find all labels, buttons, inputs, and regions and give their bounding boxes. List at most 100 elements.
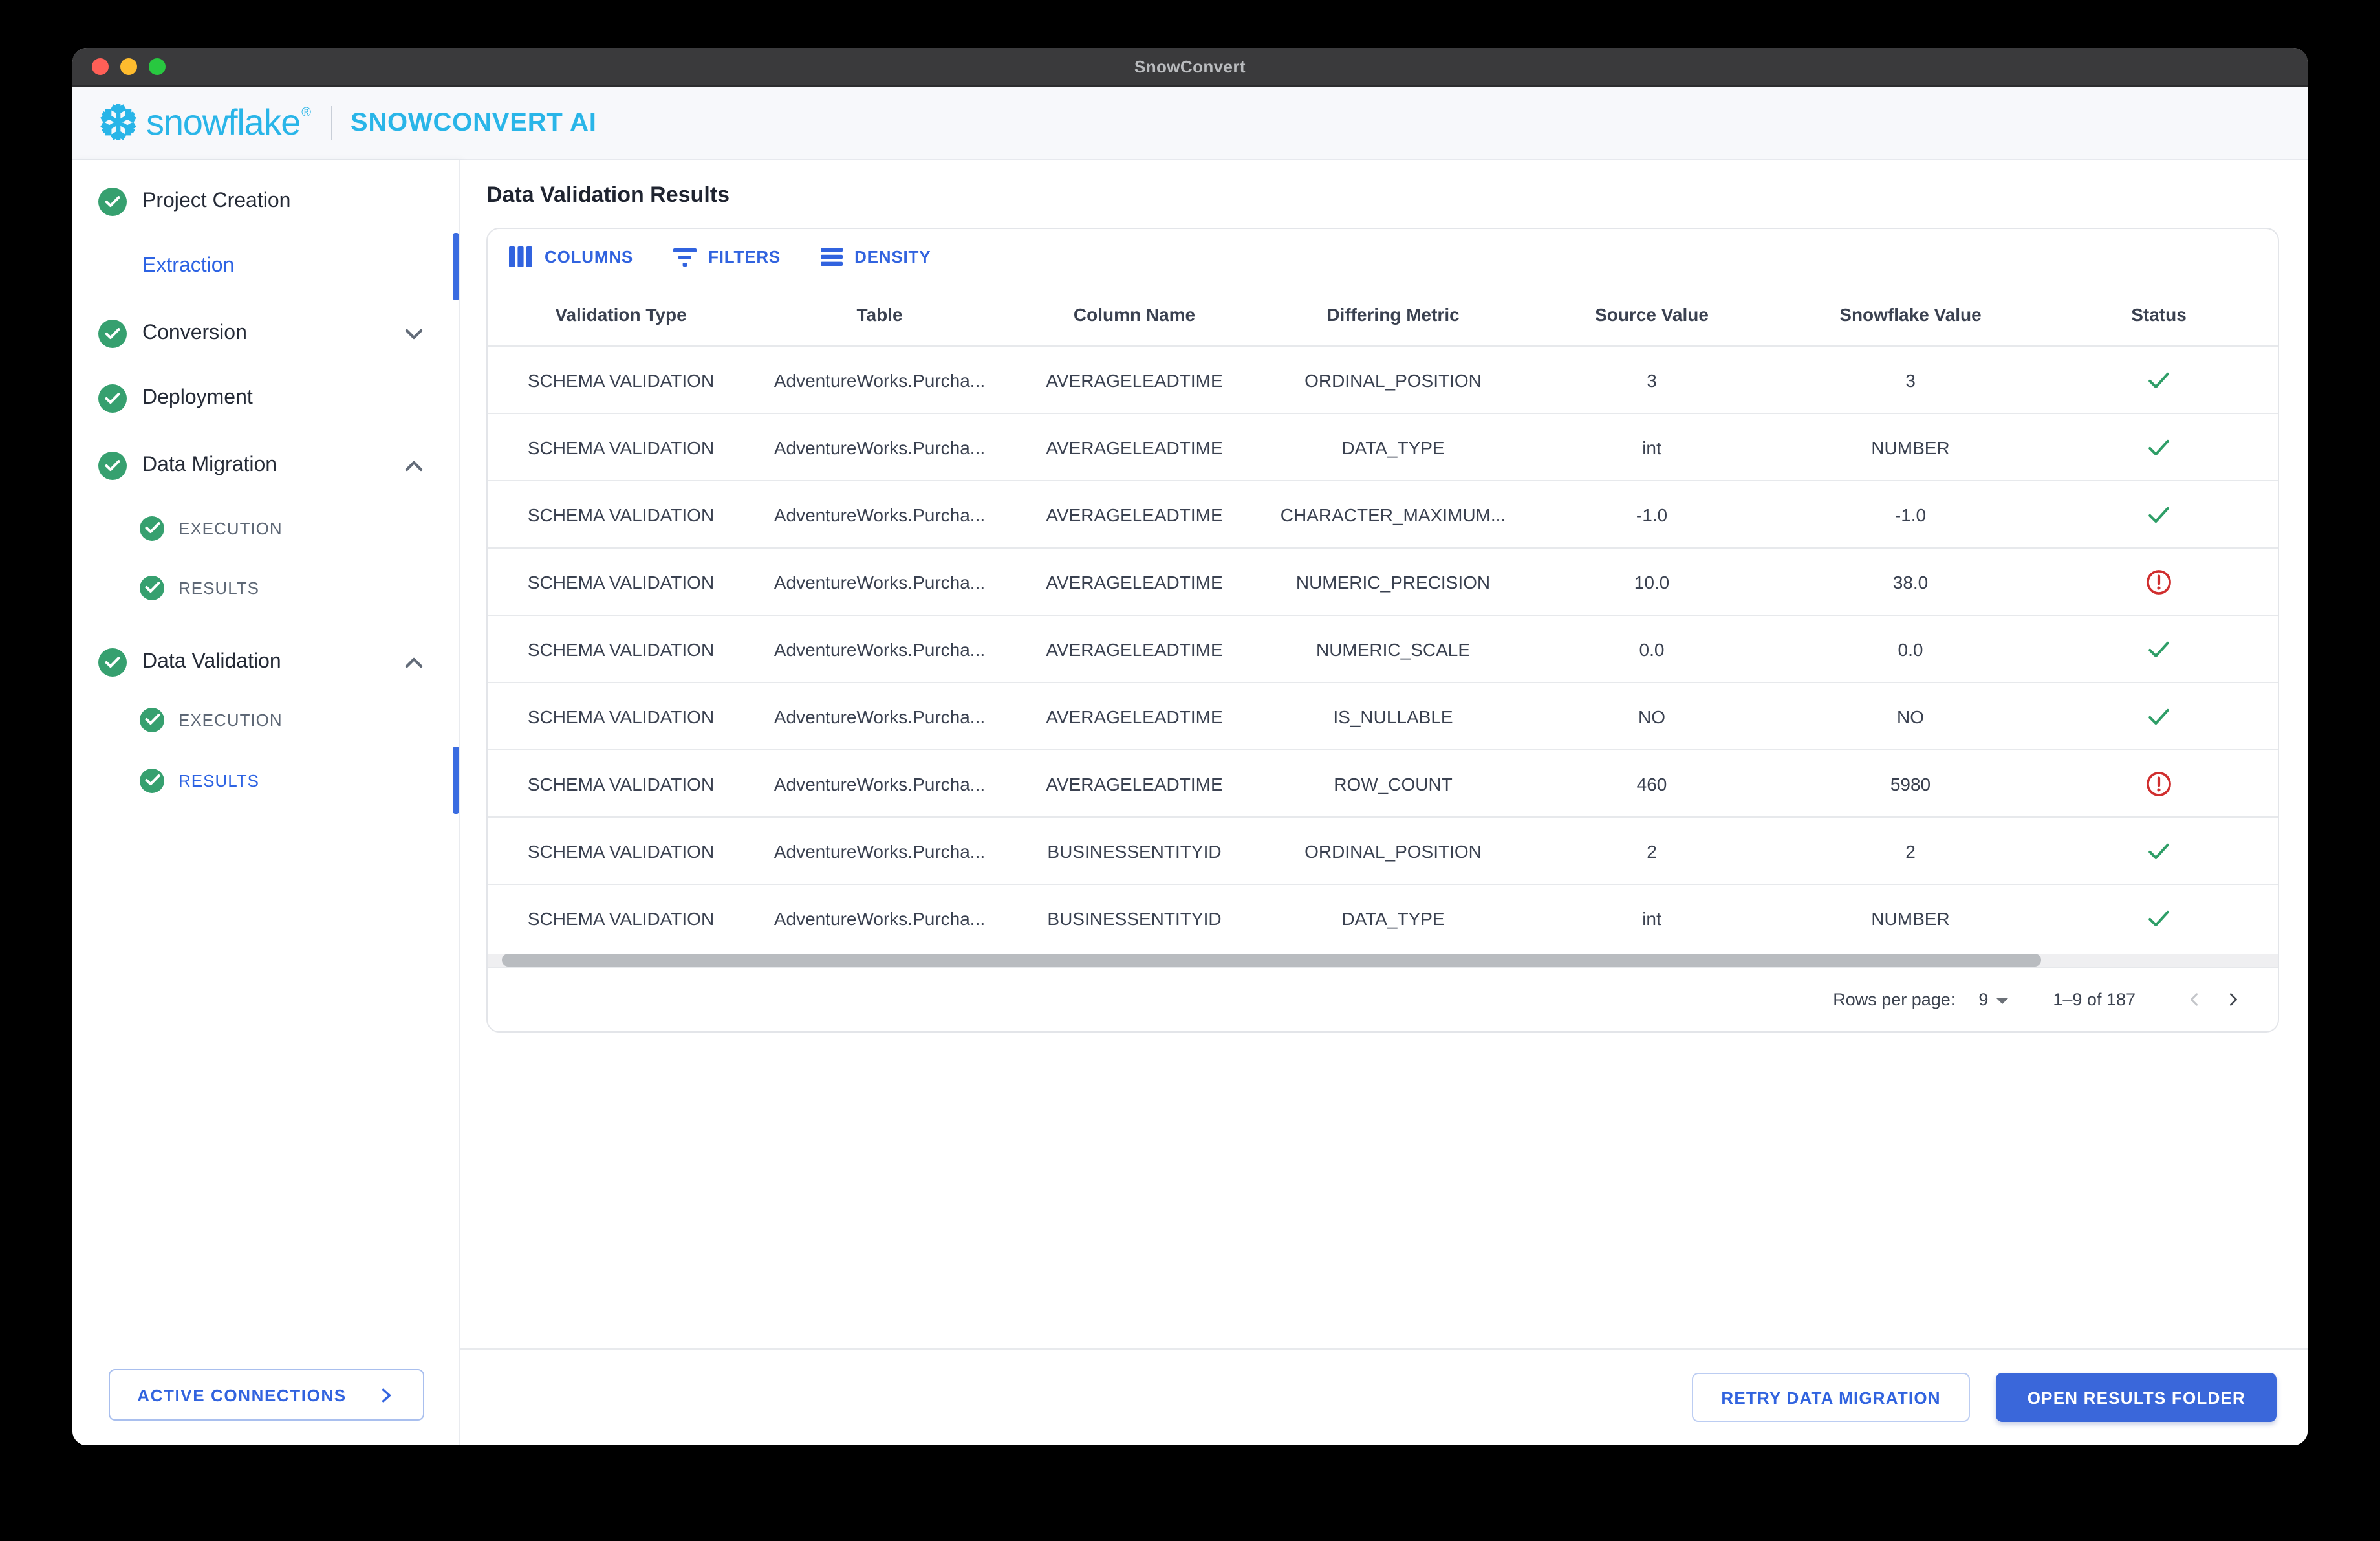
previous-page-button[interactable] bbox=[2174, 980, 2213, 1019]
cell-snowflake: 38.0 bbox=[1781, 549, 2040, 615]
table-row[interactable]: SCHEMA VALIDATIONAdventureWorks.Purcha..… bbox=[488, 884, 2278, 951]
cell-snowflake: 2 bbox=[1781, 818, 2040, 884]
cell-metric: ROW_COUNT bbox=[1264, 750, 1522, 816]
active-step-indicator-bar bbox=[453, 747, 459, 814]
registered-mark: ® bbox=[301, 106, 310, 120]
retry-data-migration-button[interactable]: RETRY DATA MIGRATION bbox=[1691, 1373, 1970, 1422]
sidebar-item-label: Deployment bbox=[142, 387, 253, 410]
sidebar-item-deployment[interactable]: Deployment bbox=[72, 375, 459, 422]
column-header-table[interactable]: Table bbox=[754, 283, 1005, 345]
sidebar-item-results-6[interactable]: RESULTS bbox=[72, 564, 459, 611]
cell-validation-type: SCHEMA VALIDATION bbox=[488, 347, 754, 413]
status-pass-icon bbox=[2145, 904, 2173, 932]
check-circle-icon bbox=[140, 707, 164, 732]
columns-button[interactable]: COLUMNS bbox=[508, 245, 633, 267]
status-pass-icon bbox=[2145, 500, 2173, 529]
zoom-window-button[interactable] bbox=[149, 58, 166, 75]
columns-icon bbox=[508, 245, 533, 267]
table-toolbar: COLUMNS FILTERS bbox=[488, 229, 2278, 283]
status-pass-icon bbox=[2145, 366, 2173, 394]
cell-source: 3 bbox=[1522, 347, 1781, 413]
active-step-indicator-bar bbox=[453, 233, 459, 300]
cell-status bbox=[2040, 414, 2278, 480]
sidebar-item-label: RESULTS bbox=[178, 578, 259, 597]
rows-per-page-select[interactable]: 9 bbox=[1978, 990, 2009, 1009]
sidebar-item-label: RESULTS bbox=[178, 770, 259, 790]
app-header: ❆ snowflake® SNOWCONVERT AI bbox=[72, 87, 2308, 160]
next-page-button[interactable] bbox=[2213, 980, 2252, 1019]
sidebar-item-data-validation[interactable]: Data Validation bbox=[72, 639, 459, 686]
open-results-folder-button[interactable]: OPEN RESULTS FOLDER bbox=[1996, 1373, 2277, 1422]
sidebar-item-data-migration[interactable]: Data Migration bbox=[72, 443, 459, 489]
table-row[interactable]: SCHEMA VALIDATIONAdventureWorks.Purcha..… bbox=[488, 480, 2278, 547]
cell-validation-type: SCHEMA VALIDATION bbox=[488, 818, 754, 884]
columns-button-label: COLUMNS bbox=[545, 246, 633, 266]
cell-column-name: AVERAGELEADTIME bbox=[1005, 347, 1264, 413]
dropdown-caret-icon bbox=[1996, 998, 2009, 1004]
sidebar: Project Creation Extraction Conversion Depl… bbox=[72, 160, 460, 1445]
cell-validation-type: SCHEMA VALIDATION bbox=[488, 750, 754, 816]
column-header-validation-type[interactable]: Validation Type bbox=[488, 283, 754, 345]
status-pass-icon bbox=[2145, 433, 2173, 461]
check-circle-icon bbox=[98, 188, 127, 216]
cell-metric: ORDINAL_POSITION bbox=[1264, 347, 1522, 413]
cell-status bbox=[2040, 750, 2278, 816]
cell-column-name: AVERAGELEADTIME bbox=[1005, 481, 1264, 547]
horizontal-scrollbar-thumb[interactable] bbox=[502, 954, 2041, 967]
filters-button[interactable]: FILTERS bbox=[672, 246, 781, 266]
table-body: SCHEMA VALIDATIONAdventureWorks.Purcha..… bbox=[488, 345, 2278, 951]
check-circle-icon bbox=[98, 320, 127, 348]
check-circle-icon bbox=[140, 768, 164, 792]
close-window-button[interactable] bbox=[92, 58, 109, 75]
active-connections-button[interactable]: ACTIVE CONNECTIONS bbox=[108, 1369, 424, 1421]
cell-table: AdventureWorks.Purcha... bbox=[754, 414, 1005, 480]
filters-button-label: FILTERS bbox=[708, 246, 781, 266]
sidebar-item-project-creation[interactable]: Project Creation bbox=[72, 179, 459, 225]
status-pass-icon bbox=[2145, 836, 2173, 865]
check-circle-icon bbox=[140, 575, 164, 600]
cell-metric: CHARACTER_MAXIMUM... bbox=[1264, 481, 1522, 547]
column-header-status[interactable]: Status bbox=[2040, 283, 2278, 345]
sidebar-item-execution-8[interactable]: EXECUTION bbox=[72, 696, 459, 743]
density-icon bbox=[819, 246, 843, 266]
cell-validation-type: SCHEMA VALIDATION bbox=[488, 683, 754, 749]
table-row[interactable]: SCHEMA VALIDATIONAdventureWorks.Purcha..… bbox=[488, 615, 2278, 682]
cell-table: AdventureWorks.Purcha... bbox=[754, 481, 1005, 547]
check-circle-icon bbox=[98, 648, 127, 677]
check-circle-icon bbox=[98, 452, 127, 480]
table-row[interactable]: SCHEMA VALIDATIONAdventureWorks.Purcha..… bbox=[488, 413, 2278, 480]
chevron-up-icon bbox=[405, 657, 423, 668]
column-header-column-name[interactable]: Column Name bbox=[1005, 283, 1264, 345]
sidebar-item-extraction[interactable]: Extraction bbox=[72, 243, 459, 290]
table-row[interactable]: SCHEMA VALIDATIONAdventureWorks.Purcha..… bbox=[488, 816, 2278, 884]
minimize-window-button[interactable] bbox=[120, 58, 137, 75]
table-row[interactable]: SCHEMA VALIDATIONAdventureWorks.Purcha..… bbox=[488, 345, 2278, 413]
horizontal-scrollbar-track[interactable] bbox=[488, 954, 2278, 967]
cell-column-name: AVERAGELEADTIME bbox=[1005, 750, 1264, 816]
cell-status bbox=[2040, 616, 2278, 682]
cell-metric: ORDINAL_POSITION bbox=[1264, 818, 1522, 884]
cell-source: int bbox=[1522, 414, 1781, 480]
status-fail-icon bbox=[2145, 769, 2173, 798]
column-header-source-value[interactable]: Source Value bbox=[1522, 283, 1781, 345]
table-row[interactable]: SCHEMA VALIDATIONAdventureWorks.Purcha..… bbox=[488, 547, 2278, 615]
sidebar-item-execution-5[interactable]: EXECUTION bbox=[72, 505, 459, 551]
table-row[interactable]: SCHEMA VALIDATIONAdventureWorks.Purcha..… bbox=[488, 682, 2278, 749]
sidebar-item-results-9[interactable]: RESULTS bbox=[72, 757, 459, 803]
window-controls bbox=[92, 48, 166, 85]
cell-source: 0.0 bbox=[1522, 616, 1781, 682]
cell-snowflake: 0.0 bbox=[1781, 616, 2040, 682]
cell-validation-type: SCHEMA VALIDATION bbox=[488, 885, 754, 951]
cell-snowflake: NO bbox=[1781, 683, 2040, 749]
cell-source: 2 bbox=[1522, 818, 1781, 884]
sidebar-item-conversion[interactable]: Conversion bbox=[72, 311, 459, 357]
sidebar-spacer bbox=[72, 803, 459, 1369]
table-row[interactable]: SCHEMA VALIDATIONAdventureWorks.Purcha..… bbox=[488, 749, 2278, 816]
rows-per-page-label: Rows per page: bbox=[1833, 990, 1955, 1009]
cell-source: 460 bbox=[1522, 750, 1781, 816]
cell-metric: DATA_TYPE bbox=[1264, 885, 1522, 951]
column-header-differing-metric[interactable]: Differing Metric bbox=[1264, 283, 1522, 345]
column-header-snowflake-value[interactable]: Snowflake Value bbox=[1781, 283, 2040, 345]
density-button[interactable]: DENSITY bbox=[819, 246, 931, 266]
cell-validation-type: SCHEMA VALIDATION bbox=[488, 481, 754, 547]
